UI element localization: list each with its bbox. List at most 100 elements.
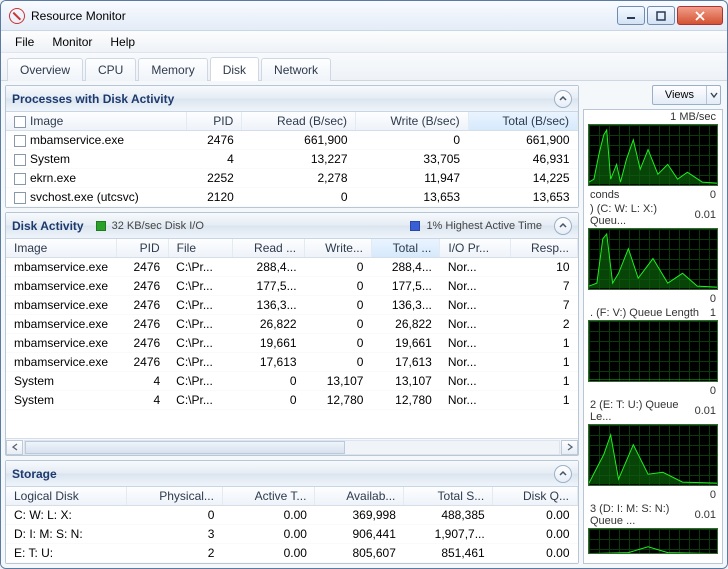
col-phys[interactable]: Physical... [126, 487, 222, 506]
col-image[interactable]: Image [30, 114, 63, 128]
menu-file[interactable]: File [7, 33, 42, 51]
menu-monitor[interactable]: Monitor [44, 33, 100, 51]
col-write[interactable]: Write (B/sec) [356, 112, 469, 131]
col-write[interactable]: Write... [305, 239, 372, 258]
tab-cpu[interactable]: CPU [85, 58, 136, 81]
chart1-zero: 0 [710, 293, 716, 305]
maximize-button[interactable] [647, 6, 675, 25]
table-row[interactable]: System413,22733,70546,931 [6, 150, 578, 169]
processes-header[interactable]: Processes with Disk Activity [6, 86, 578, 112]
processes-title: Processes with Disk Activity [12, 92, 174, 106]
col-disk[interactable]: Logical Disk [6, 487, 126, 506]
active-color-icon [410, 221, 420, 231]
table-row[interactable]: mbamservice.exe2476C:\Pr...177,5...0177,… [6, 277, 578, 296]
views-button[interactable]: Views [652, 85, 721, 105]
row-checkbox[interactable] [14, 192, 26, 204]
scroll-left-button[interactable] [6, 440, 23, 455]
table-row[interactable]: mbamservice.exe2476C:\Pr...26,822026,822… [6, 315, 578, 334]
disk-activity-header[interactable]: Disk Activity 32 KB/sec Disk I/O 1% High… [6, 213, 578, 239]
storage-grid[interactable]: Logical Disk Physical... Active T... Ava… [6, 487, 578, 563]
col-pid[interactable]: PID [116, 239, 168, 258]
views-label: Views [653, 89, 706, 101]
chart2-val: 1 [710, 307, 716, 319]
active-label: 1% Highest Active Time [426, 220, 542, 232]
disk-activity-panel: Disk Activity 32 KB/sec Disk I/O 1% High… [5, 212, 579, 456]
content-area: Processes with Disk Activity Image PID R… [1, 81, 727, 568]
row-checkbox[interactable] [14, 154, 26, 166]
scroll-thumb[interactable] [25, 441, 345, 454]
col-read[interactable]: Read (B/sec) [242, 112, 356, 131]
collapse-icon[interactable] [554, 465, 572, 483]
tab-overview[interactable]: Overview [7, 58, 83, 81]
col-active[interactable]: Active T... [222, 487, 315, 506]
tab-memory[interactable]: Memory [138, 58, 207, 81]
processes-grid[interactable]: Image PID Read (B/sec) Write (B/sec) Tot… [6, 112, 578, 207]
scroll-track[interactable] [24, 440, 560, 455]
queue-graph-2 [588, 320, 718, 382]
table-row[interactable]: System4C:\Pr...013,10713,107Nor...1 [6, 372, 578, 391]
table-row[interactable]: System4C:\Pr...012,78012,780Nor...1 [6, 391, 578, 410]
app-icon [9, 8, 25, 24]
processes-panel: Processes with Disk Activity Image PID R… [5, 85, 579, 208]
table-row[interactable]: mbamservice.exe2476661,9000661,900 [6, 131, 578, 150]
close-button[interactable] [677, 6, 723, 25]
storage-title: Storage [12, 467, 57, 481]
row-checkbox[interactable] [14, 173, 26, 185]
col-total[interactable]: Total S... [404, 487, 493, 506]
collapse-icon[interactable] [554, 217, 572, 235]
row-checkbox[interactable] [14, 135, 26, 147]
queue-graph-4 [588, 528, 718, 554]
col-image[interactable]: Image [6, 239, 116, 258]
chevron-down-icon[interactable] [706, 86, 720, 104]
col-total[interactable]: Total (B/sec) [468, 112, 577, 131]
disk-activity-grid[interactable]: Image PID File Read ... Write... Total .… [6, 239, 578, 438]
col-prio[interactable]: I/O Pr... [440, 239, 510, 258]
tab-strip: Overview CPU Memory Disk Network [1, 53, 727, 81]
chart4-val: 0.01 [695, 509, 716, 521]
table-row[interactable]: ekrn.exe22522,27811,94714,225 [6, 169, 578, 188]
left-column: Processes with Disk Activity Image PID R… [5, 85, 579, 564]
chart2-zero: 0 [710, 385, 716, 397]
chart3-zero: 0 [710, 489, 716, 501]
io-label: 32 KB/sec Disk I/O [112, 220, 204, 232]
storage-header[interactable]: Storage [6, 461, 578, 487]
chart1-label: ) (C: W: L: X:) Queu... [590, 203, 695, 227]
col-pid[interactable]: PID [186, 112, 242, 131]
table-row[interactable]: mbamservice.exe2476C:\Pr...288,4...0288,… [6, 258, 578, 277]
collapse-icon[interactable] [554, 90, 572, 108]
chart1-val: 0.01 [695, 209, 716, 221]
chart3-val: 0.01 [695, 405, 716, 417]
menu-bar: File Monitor Help [1, 31, 727, 53]
table-row[interactable]: mbamservice.exe2476C:\Pr...19,661019,661… [6, 334, 578, 353]
table-row[interactable]: svchost.exe (utcsvc)2120013,65313,653 [6, 188, 578, 207]
charts-panel: 1 MB/sec conds0 ) (C: W: L: X:) Queu...0… [583, 109, 723, 564]
disk-graph [588, 124, 718, 186]
menu-help[interactable]: Help [102, 33, 143, 51]
table-row[interactable]: mbamservice.exe2476C:\Pr...136,3...0136,… [6, 296, 578, 315]
col-avail[interactable]: Availab... [315, 487, 404, 506]
minimize-button[interactable] [617, 6, 645, 25]
col-read[interactable]: Read ... [233, 239, 305, 258]
chart4-label: 3 (D: I: M: S: N:) Queue ... [590, 503, 695, 527]
tab-network[interactable]: Network [261, 58, 331, 81]
table-row[interactable]: C: W: L: X:00.00369,998488,3850.00 [6, 506, 578, 525]
chart3-label: 2 (E: T: U:) Queue Le... [590, 399, 695, 423]
io-color-icon [96, 221, 106, 231]
col-resp[interactable]: Resp... [510, 239, 577, 258]
table-row[interactable]: mbamservice.exe2476C:\Pr...17,613017,613… [6, 353, 578, 372]
col-queue[interactable]: Disk Q... [493, 487, 578, 506]
col-total[interactable]: Total ... [371, 239, 439, 258]
col-file[interactable]: File [168, 239, 232, 258]
table-row[interactable]: E: T: U:20.00805,607851,4610.00 [6, 544, 578, 563]
chart-zero: 0 [710, 189, 716, 201]
storage-panel: Storage Logical Disk Physical... Active … [5, 460, 579, 564]
title-bar[interactable]: Resource Monitor [1, 1, 727, 31]
horizontal-scrollbar[interactable] [6, 438, 578, 455]
scroll-right-button[interactable] [561, 440, 578, 455]
table-row[interactable]: D: I: M: S: N:30.00906,4411,907,7...0.00 [6, 525, 578, 544]
select-all-checkbox[interactable] [14, 116, 26, 128]
app-window: Resource Monitor File Monitor Help Overv… [0, 0, 728, 569]
tab-disk[interactable]: Disk [210, 57, 259, 81]
queue-graph-1 [588, 228, 718, 290]
chart2-label: . (F: V:) Queue Length [590, 307, 699, 319]
